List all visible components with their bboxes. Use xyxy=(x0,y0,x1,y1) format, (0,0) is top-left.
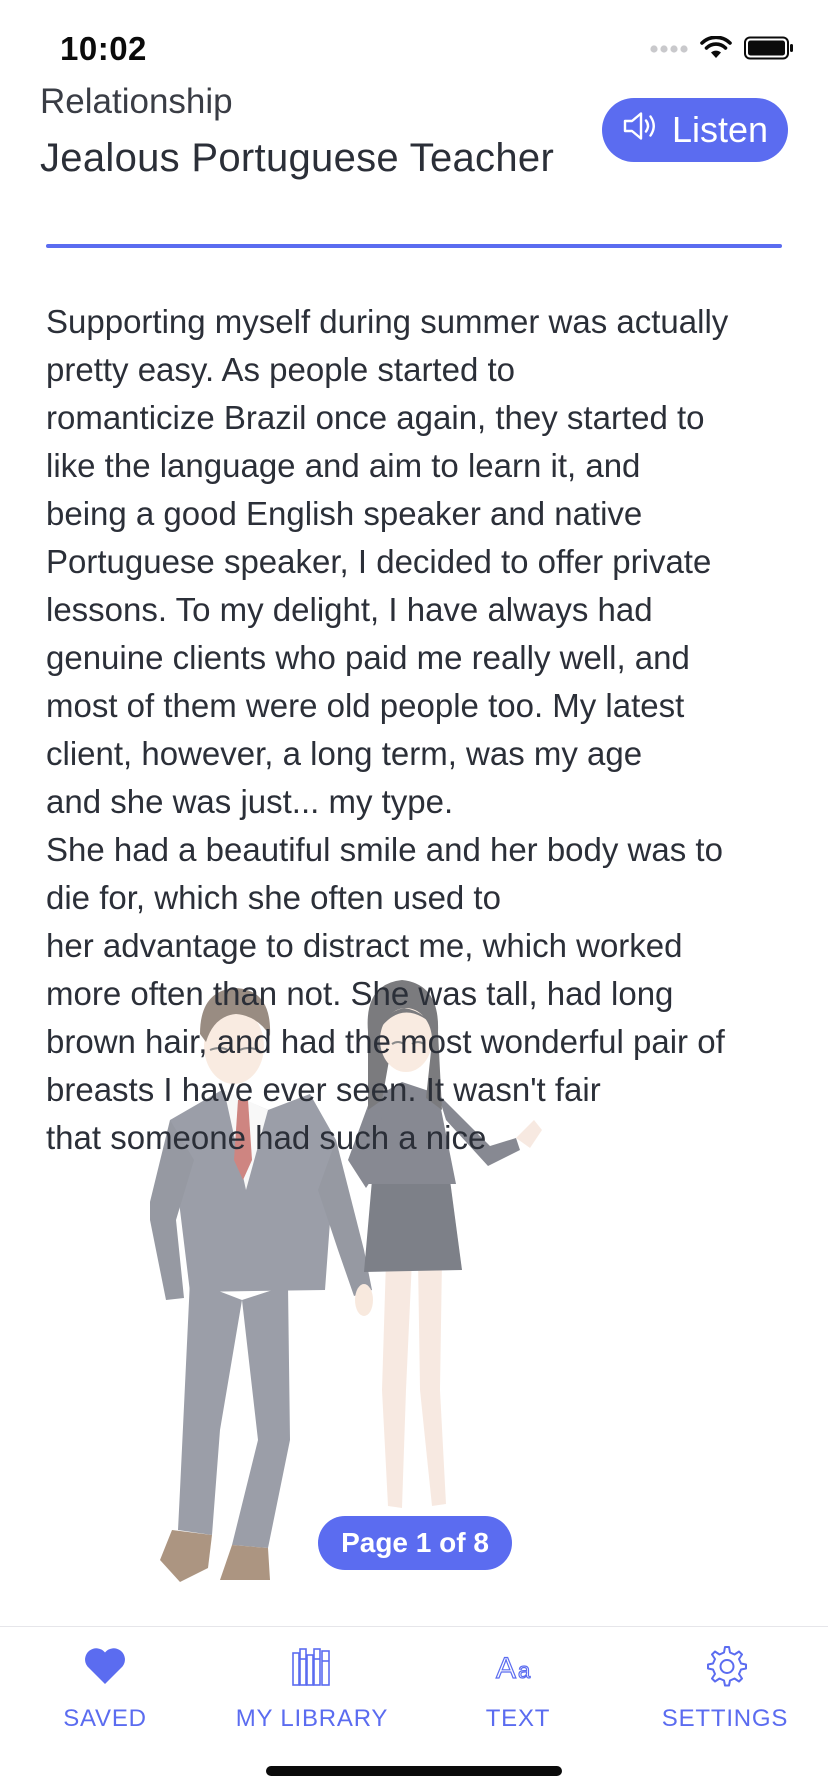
tab-my-library-label: MY LIBRARY xyxy=(235,1705,389,1732)
speaker-icon xyxy=(622,109,660,151)
page-indicator[interactable]: Page 1 of 8 xyxy=(318,1516,512,1570)
tab-settings[interactable]: SETTINGS xyxy=(656,1641,794,1733)
svg-text:A: A xyxy=(496,1652,516,1684)
tab-text-label: TEXT xyxy=(485,1705,551,1732)
status-icons xyxy=(650,35,794,65)
tab-saved[interactable]: SAVED xyxy=(50,1641,160,1733)
text-size-icon: A a xyxy=(494,1641,542,1691)
heart-icon xyxy=(83,1641,127,1691)
status-bar: 10:02 xyxy=(0,0,828,92)
tab-my-library[interactable]: MY LIBRARY xyxy=(232,1641,392,1733)
home-indicator[interactable] xyxy=(266,1766,562,1776)
listen-button[interactable]: Listen xyxy=(602,98,788,162)
battery-icon xyxy=(744,36,794,65)
story-title: Jealous Portuguese Teacher xyxy=(40,136,555,180)
wifi-icon xyxy=(700,35,732,65)
listen-label: Listen xyxy=(671,109,769,150)
signal-icon xyxy=(650,41,688,59)
reader-screen: 10:02 Relationship Jealous Portuguese Te… xyxy=(0,0,828,1792)
story-text: Supporting myself during summer was actu… xyxy=(46,303,729,1156)
tab-text[interactable]: A a TEXT xyxy=(470,1641,566,1733)
tab-settings-label: SETTINGS xyxy=(661,1705,789,1732)
header-divider xyxy=(46,244,782,248)
library-books-icon xyxy=(291,1641,333,1691)
gear-icon xyxy=(703,1641,747,1691)
tab-saved-label: SAVED xyxy=(63,1705,147,1732)
status-time: 10:02 xyxy=(60,30,147,67)
svg-text:a: a xyxy=(518,1658,531,1683)
story-category: Relationship xyxy=(40,82,233,121)
